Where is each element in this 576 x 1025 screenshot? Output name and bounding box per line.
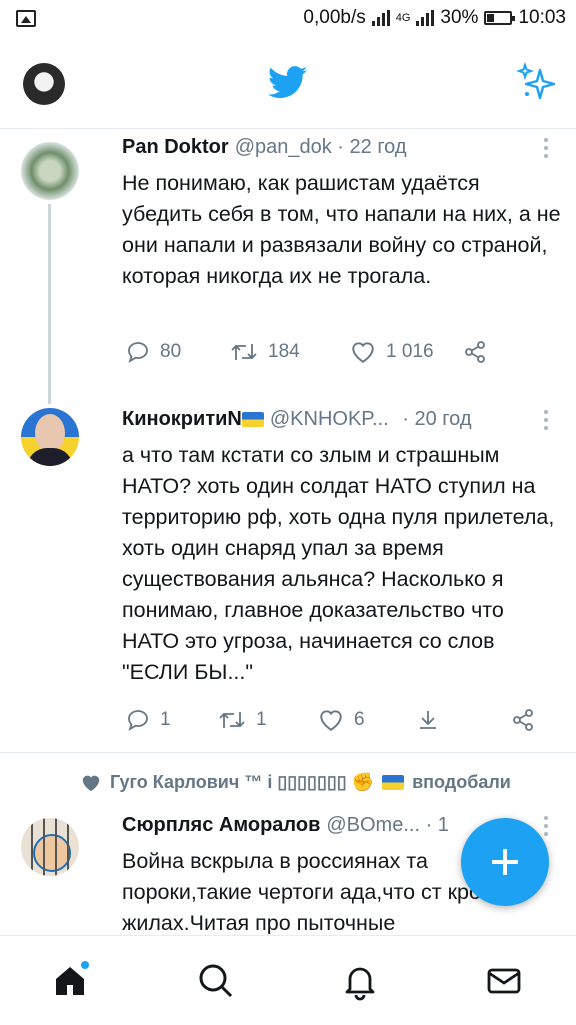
bell-icon (345, 967, 375, 1001)
net-speed: 0,00b/s (303, 7, 366, 28)
author-name[interactable]: Pan Doktor (122, 136, 229, 158)
tweet-time: · 20 год (402, 408, 472, 430)
reply-icon (128, 710, 148, 731)
reply-count: 1 (160, 709, 171, 730)
retweet-icon (231, 344, 257, 360)
avatar[interactable] (21, 142, 79, 200)
thread-line (48, 204, 51, 404)
ukraine-flag-icon (241, 412, 264, 428)
top-app-bar (0, 38, 576, 129)
retweet-count: 184 (268, 341, 300, 362)
sparkle-icon[interactable] (516, 62, 556, 102)
tweet-header: КинокритиN @KNHOKP... · 20 год (122, 408, 472, 431)
nav-messages[interactable] (484, 961, 524, 1001)
compose-tweet-button[interactable] (461, 818, 549, 906)
social-context: Гуго Карлович ™ і ▯▯▯▯▯▯▯ ✊ вподобали (80, 772, 511, 793)
avatar-suit (27, 448, 73, 466)
avatar[interactable] (21, 408, 79, 466)
tweet-header: Pan Doktor @pan_dok · 22 год (122, 136, 407, 159)
status-bar: 0,00b/s 4G 30% 10:03 (0, 0, 576, 38)
tweet-actions: 1 1 6 (122, 708, 542, 738)
mail-icon (487, 968, 521, 994)
tweet-text: Не понимаю, как рашистам удаётся убедить… (122, 171, 561, 288)
reply-icon (128, 342, 148, 363)
like-button[interactable]: 1 016 (350, 340, 434, 364)
avatar-face (35, 414, 65, 452)
share-button[interactable] (510, 708, 536, 732)
reply-button[interactable]: 1 (126, 708, 171, 732)
more-options-icon[interactable] (544, 138, 548, 162)
reply-button[interactable]: 80 (126, 340, 181, 364)
retweet-count: 1 (256, 709, 267, 730)
bookmark-button[interactable] (416, 708, 440, 732)
battery-percent: 30% (440, 7, 479, 28)
more-options-icon[interactable] (544, 410, 548, 434)
signal-icon-2 (416, 10, 435, 26)
retweet-button[interactable]: 1 (218, 708, 267, 732)
tweet-time: · 22 год (337, 136, 407, 158)
nav-notifications[interactable] (340, 961, 380, 1001)
tweet[interactable]: Pan Doktor @pan_dok · 22 год Не понимаю, … (0, 128, 576, 404)
home-icon (56, 961, 89, 995)
clock: 10:03 (518, 7, 566, 28)
retweet-icon (219, 712, 245, 728)
tweet-header: Сюрпляс Аморалов @BOme... · 1 (122, 814, 449, 837)
author-handle: @BOme... (326, 814, 421, 836)
liked-suffix: вподобали (412, 772, 511, 792)
share-icon (513, 709, 533, 731)
avatar[interactable] (21, 818, 79, 876)
tweet-text: а что там кстати со злым и страшным НАТО… (122, 443, 555, 684)
author-name[interactable]: КинокритиN (122, 408, 242, 430)
tweet-actions: 80 184 1 016 (122, 340, 542, 370)
signal-icon (371, 10, 390, 26)
like-count: 1 016 (386, 341, 434, 362)
profile-avatar[interactable] (23, 63, 65, 105)
divider (0, 752, 576, 753)
liked-by-names[interactable]: Гуго Карлович ™ і ▯▯▯▯▯▯▯ ✊ (110, 772, 374, 793)
share-icon (465, 341, 485, 363)
share-button[interactable] (462, 340, 488, 364)
heart-icon (352, 342, 374, 363)
author-handle: @KNHOKP... (269, 408, 389, 430)
avatar-bars (21, 818, 79, 876)
battery-icon (484, 11, 516, 25)
nav-home[interactable] (50, 961, 90, 1001)
search-icon (199, 964, 233, 998)
download-icon (420, 711, 436, 729)
like-button[interactable]: 6 (318, 708, 365, 732)
like-count: 6 (354, 709, 365, 730)
bottom-navigation (0, 935, 576, 1025)
ukraine-flag-icon (382, 775, 405, 790)
author-name[interactable]: Сюрпляс Аморалов (122, 814, 320, 836)
image-notification-icon (16, 10, 36, 27)
network-type: 4G (395, 12, 411, 24)
heart-filled-icon (82, 775, 100, 791)
nav-search[interactable] (196, 961, 236, 1001)
heart-icon (320, 710, 342, 731)
reply-count: 80 (160, 341, 182, 362)
more-options-icon[interactable] (544, 816, 548, 840)
tweet[interactable]: КинокритиN @KNHOKP... · 20 год а что там … (0, 398, 576, 752)
tweet-time: · 1 (425, 814, 449, 836)
author-handle: @pan_dok (234, 136, 332, 158)
retweet-button[interactable]: 184 (230, 340, 300, 364)
twitter-bird-icon (268, 66, 308, 99)
